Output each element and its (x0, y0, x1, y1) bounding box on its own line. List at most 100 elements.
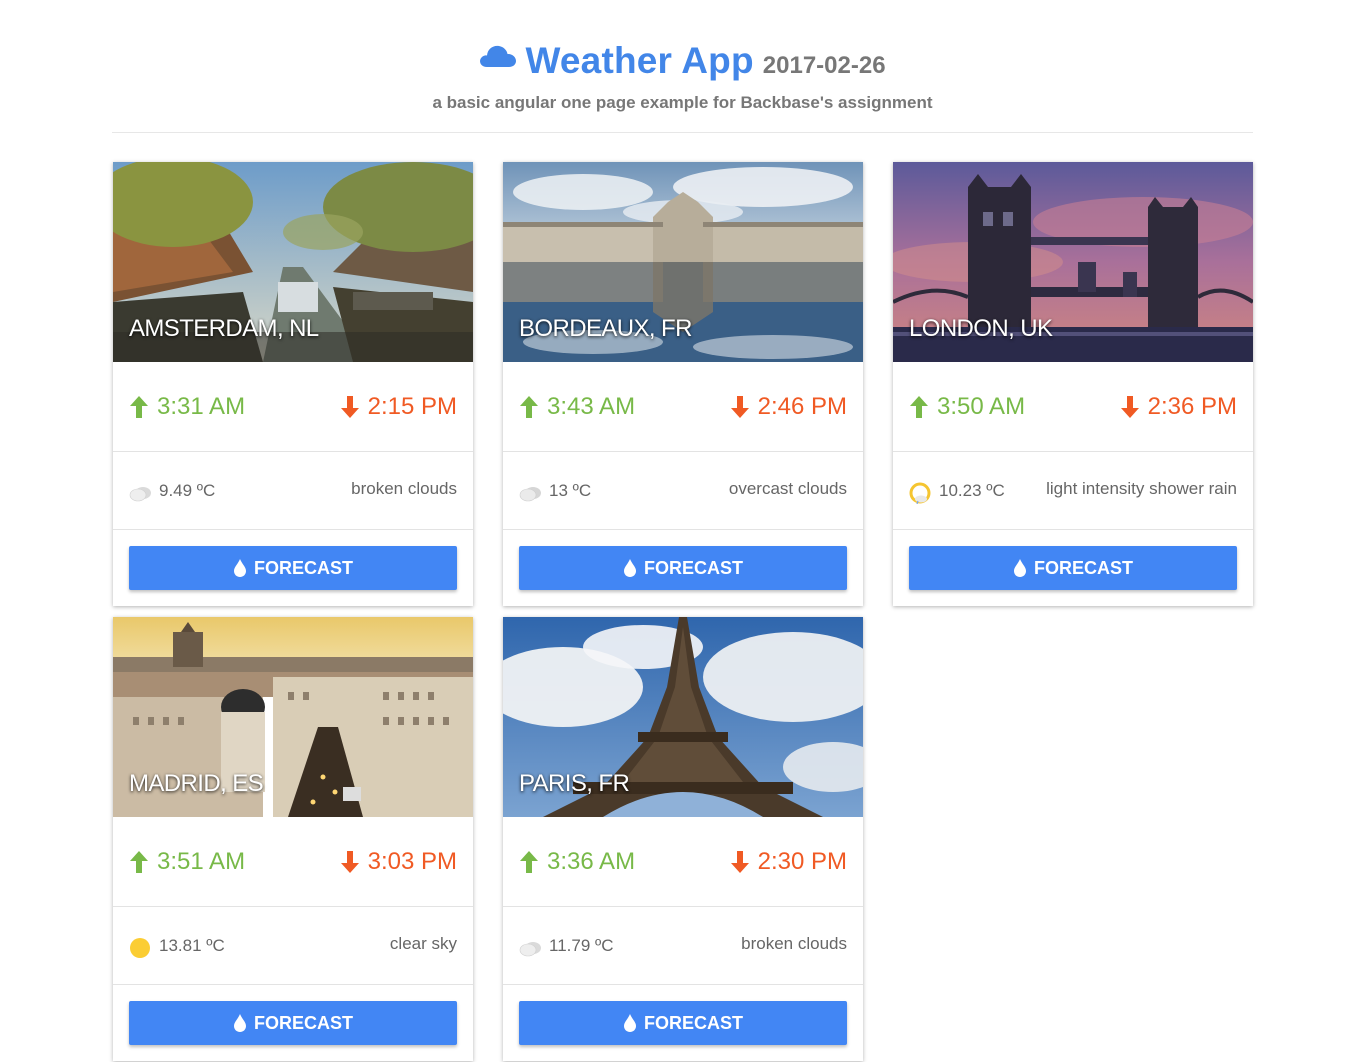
city-card-london: LONDON, UK 3:50 AM 2:36 PM 10.23 ºC ligh… (893, 162, 1253, 606)
weather-info: 11.79 ºC broken clouds (503, 907, 863, 985)
sunset-time: 2:46 PM (757, 392, 847, 420)
forecast-row: FORECAST (503, 530, 863, 606)
weather-description: light intensity shower rain (1046, 478, 1237, 498)
broken-clouds-icon (519, 941, 541, 956)
temperature: 9.49 ºC (129, 480, 215, 502)
forecast-row: FORECAST (893, 530, 1253, 606)
city-name: PARIS, FR (519, 770, 630, 797)
sunrise-time: 3:50 AM (937, 392, 1026, 420)
arrow-up-icon (130, 850, 148, 873)
city-card-madrid: MADRID, ES 3:51 AM 3:03 PM 13.81 ºC clea… (113, 617, 473, 1061)
weather-info: 9.49 ºC broken clouds (113, 452, 473, 530)
temperature-value: 10.23 ºC (939, 480, 1005, 500)
cloud-icon (480, 45, 517, 67)
weather-description: overcast clouds (728, 478, 847, 498)
weather-description: broken clouds (351, 478, 457, 498)
sunrise: 3:31 AM (129, 393, 245, 421)
city-card-bordeaux: BORDEAUX, FR 3:43 AM 2:46 PM 13 ºC overc… (503, 162, 863, 606)
sun-times: 3:31 AM 2:15 PM (113, 362, 473, 452)
sun-times: 3:36 AM 2:30 PM (503, 817, 863, 907)
water-drop-icon (234, 559, 246, 577)
title-row: Weather App 2017-02-26 (112, 40, 1253, 82)
temperature: 10.23 ºC (909, 478, 1005, 504)
water-drop-icon (1014, 559, 1026, 577)
city-image-madrid: MADRID, ES (113, 617, 473, 817)
sunset: 3:03 PM (340, 848, 457, 876)
city-name: AMSTERDAM, NL (129, 315, 319, 342)
sunset-time: 3:03 PM (367, 847, 457, 875)
sunrise: 3:36 AM (519, 848, 635, 876)
temperature-value: 9.49 ºC (159, 480, 216, 500)
city-name: LONDON, UK (909, 315, 1053, 342)
temperature-value: 13 ºC (549, 480, 592, 500)
forecast-button[interactable]: FORECAST (129, 1001, 457, 1045)
forecast-label: FORECAST (254, 1012, 353, 1033)
sun-times: 3:43 AM 2:46 PM (503, 362, 863, 452)
water-drop-icon (624, 1014, 636, 1032)
city-card-amsterdam: AMSTERDAM, NL 3:31 AM 2:15 PM 9.49 ºC br… (113, 162, 473, 606)
forecast-row: FORECAST (113, 985, 473, 1061)
forecast-row: FORECAST (503, 985, 863, 1061)
weather-info: 10.23 ºC light intensity shower rain (893, 452, 1253, 530)
clear-sky-icon (130, 937, 150, 958)
sunset: 2:36 PM (1120, 393, 1237, 421)
sunset-time: 2:30 PM (757, 847, 847, 875)
overcast-clouds-icon (519, 486, 541, 501)
sunset-time: 2:36 PM (1147, 392, 1237, 420)
forecast-label: FORECAST (254, 557, 353, 578)
forecast-button[interactable]: FORECAST (129, 546, 457, 590)
temperature-value: 11.79 ºC (549, 935, 614, 955)
sunset-time: 2:15 PM (367, 392, 457, 420)
app-title: Weather App (525, 40, 754, 81)
sunset: 2:46 PM (730, 393, 847, 421)
arrow-down-icon (730, 850, 749, 873)
app-subtitle: a basic angular one page example for Bac… (432, 93, 933, 112)
arrow-down-icon (730, 395, 749, 418)
app-date: 2017-02-26 (762, 52, 886, 79)
sunrise-time: 3:31 AM (157, 392, 246, 420)
water-drop-icon (234, 1014, 246, 1032)
forecast-row: FORECAST (113, 530, 473, 606)
city-image-paris: PARIS, FR (503, 617, 863, 817)
temperature: 11.79 ºC (519, 935, 614, 957)
sunrise: 3:43 AM (519, 393, 635, 421)
sunrise: 3:50 AM (909, 393, 1025, 421)
forecast-button[interactable]: FORECAST (909, 546, 1237, 590)
arrow-up-icon (910, 395, 928, 418)
forecast-label: FORECAST (644, 1012, 743, 1033)
weather-info: 13.81 ºC clear sky (113, 907, 473, 985)
sunrise-time: 3:43 AM (547, 392, 636, 420)
temperature: 13 ºC (519, 480, 591, 502)
city-image-bordeaux: BORDEAUX, FR (503, 162, 863, 362)
sunrise-time: 3:51 AM (157, 847, 246, 875)
arrow-down-icon (340, 395, 359, 418)
temperature: 13.81 ºC (129, 933, 225, 959)
arrow-down-icon (1120, 395, 1139, 418)
sun-times: 3:50 AM 2:36 PM (893, 362, 1253, 452)
page-header: Weather App 2017-02-26 a basic angular o… (112, 0, 1253, 133)
city-card-paris: PARIS, FR 3:36 AM 2:30 PM 11.79 ºC broke… (503, 617, 863, 1061)
forecast-button[interactable]: FORECAST (519, 1001, 847, 1045)
sunset: 2:30 PM (730, 848, 847, 876)
city-name: MADRID, ES (129, 770, 264, 797)
city-name: BORDEAUX, FR (519, 315, 692, 342)
forecast-label: FORECAST (644, 557, 743, 578)
weather-description: broken clouds (741, 933, 847, 953)
arrow-up-icon (520, 395, 538, 418)
weather-description: clear sky (389, 933, 457, 953)
broken-clouds-icon (129, 486, 151, 501)
city-image-london: LONDON, UK (893, 162, 1253, 362)
city-image-amsterdam: AMSTERDAM, NL (113, 162, 473, 362)
arrow-down-icon (340, 850, 359, 873)
arrow-up-icon (520, 850, 538, 873)
temperature-value: 13.81 ºC (159, 935, 225, 955)
sunset: 2:15 PM (340, 393, 457, 421)
sunrise-time: 3:36 AM (547, 847, 636, 875)
water-drop-icon (624, 559, 636, 577)
arrow-up-icon (130, 395, 148, 418)
forecast-button[interactable]: FORECAST (519, 546, 847, 590)
sun-times: 3:51 AM 3:03 PM (113, 817, 473, 907)
shower-rain-icon (909, 482, 931, 504)
weather-info: 13 ºC overcast clouds (503, 452, 863, 530)
forecast-label: FORECAST (1034, 557, 1133, 578)
